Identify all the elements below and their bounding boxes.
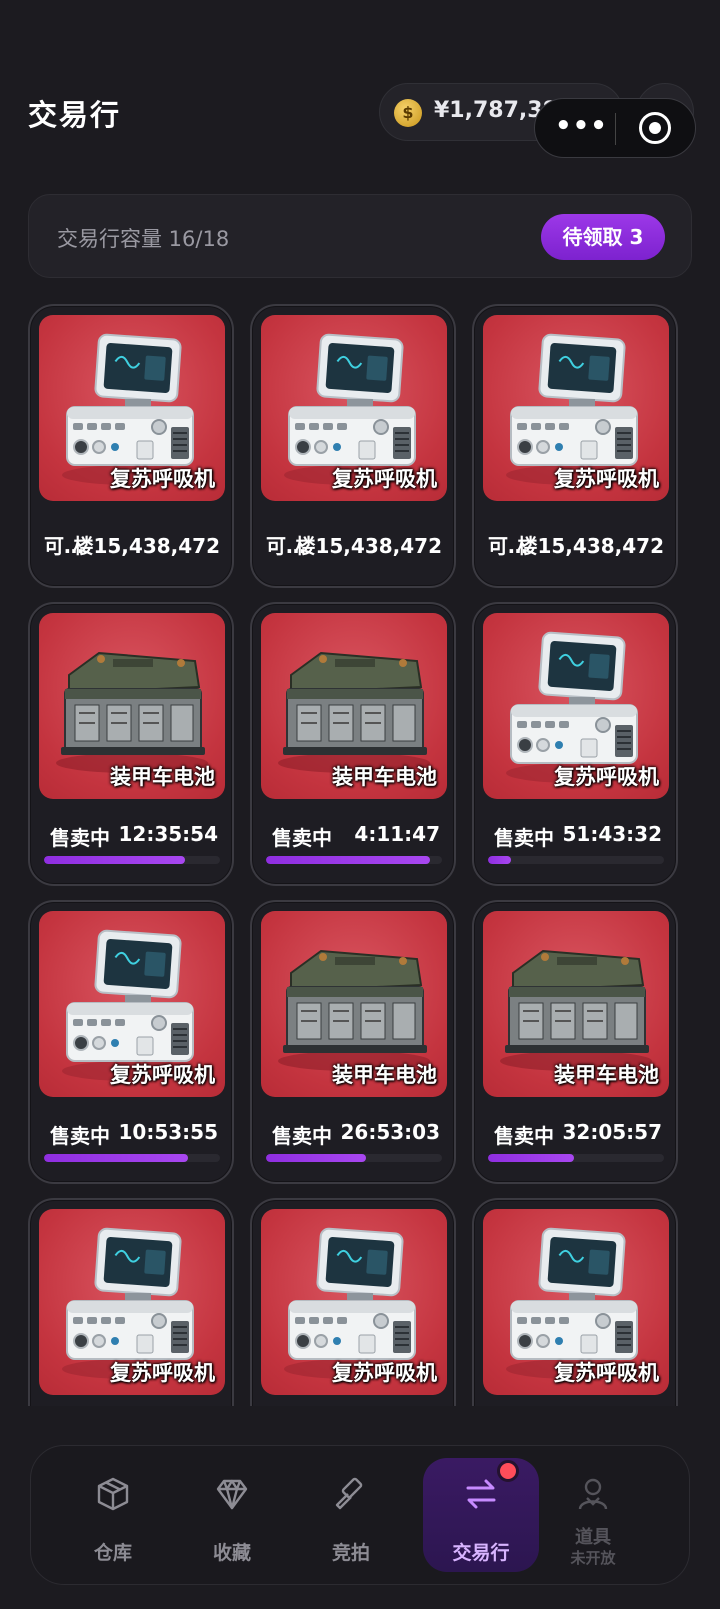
remaining-time: 32:05:57	[562, 1120, 663, 1144]
tab-label: 收藏	[212, 1542, 251, 1564]
item-thumbnail: 装甲车电池	[261, 911, 447, 1097]
sale-progress-fill	[44, 1154, 189, 1162]
item-name: 装甲车电池	[332, 765, 437, 789]
item-name: 复苏呼吸机	[110, 1063, 215, 1087]
item-name: 复苏呼吸机	[554, 765, 659, 789]
remaining-time: 10:53:55	[118, 1120, 219, 1144]
listing-card[interactable]: 复苏呼吸机售卖中 51:43:32	[472, 602, 678, 886]
sale-progress-bar	[488, 1154, 664, 1162]
tab-diamond[interactable]: 收藏	[174, 1446, 290, 1584]
sale-progress-bar	[266, 1154, 442, 1162]
more-menu-icon[interactable]: •••	[555, 111, 608, 141]
item-name: 装甲车电池	[110, 765, 215, 789]
item-name: 装甲车电池	[332, 1063, 437, 1087]
item-name: 复苏呼吸机	[554, 467, 659, 491]
item-name: 装甲车电池	[554, 1063, 659, 1087]
header: 交易行 $ ¥1,787,382,693 + •••	[0, 0, 720, 180]
remaining-time: 12:35:54	[118, 822, 219, 846]
tab-label: 道具 未开放	[535, 1528, 651, 1568]
page-title: 交易行	[28, 98, 122, 132]
sale-progress-bar	[266, 856, 442, 864]
remaining-time: 51:43:32	[562, 822, 663, 846]
capacity-panel: 交易行容量 16/18 待领取 3	[28, 194, 692, 278]
listing-card[interactable]: 装甲车电池售卖中 26:53:03	[250, 900, 456, 1184]
miniprogram-capsule: •••	[534, 98, 696, 158]
sale-progress-fill	[266, 856, 430, 864]
sale-progress-bar	[44, 856, 220, 864]
item-thumbnail: 复苏呼吸机	[483, 315, 669, 501]
notification-dot	[497, 1460, 519, 1482]
listing-card[interactable]: 复苏呼吸机售卖中 10:53:55	[28, 900, 234, 1184]
remaining-time: 4:11:47	[354, 822, 440, 846]
item-thumbnail: 复苏呼吸机	[483, 613, 669, 799]
capacity-label: 交易行容量 16/18	[57, 227, 230, 251]
remaining-time: 26:53:03	[340, 1120, 441, 1144]
item-name: 复苏呼吸机	[332, 467, 437, 491]
item-price: 楼15,438,472	[73, 534, 220, 558]
item-thumbnail: 复苏呼吸机	[39, 911, 225, 1097]
item-thumbnail: 复苏呼吸机	[261, 315, 447, 501]
sale-progress-fill	[488, 856, 511, 864]
item-thumbnail: 复苏呼吸机	[39, 1209, 225, 1395]
sale-progress-bar	[488, 856, 664, 864]
sale-status: 售卖中	[50, 1124, 110, 1148]
listing-card[interactable]: 装甲车电池售卖中 12:35:54	[28, 602, 234, 886]
item-name: 复苏呼吸机	[110, 467, 215, 491]
item-thumbnail: 装甲车电池	[483, 911, 669, 1097]
sale-progress-fill	[488, 1154, 575, 1162]
item-thumbnail: 复苏呼吸机	[483, 1209, 669, 1395]
capsule-divider	[615, 113, 616, 145]
sale-progress-bar	[44, 1154, 220, 1162]
listing-card[interactable]: 复苏呼吸机 可… 楼15,438,472	[28, 304, 234, 588]
item-thumbnail: 复苏呼吸机	[261, 1209, 447, 1395]
tab-label: 交易行	[452, 1542, 510, 1564]
item-price: 楼15,438,472	[517, 534, 664, 558]
tab-sublabel: 未开放	[570, 1549, 616, 1567]
tab-swap[interactable]: 交易行	[423, 1458, 539, 1572]
item-price: 楼15,438,472	[295, 534, 442, 558]
tab-label: 仓库	[93, 1542, 132, 1564]
sale-status: 售卖中	[494, 826, 554, 850]
listing-card[interactable]: 装甲车电池售卖中 4:11:47	[250, 602, 456, 886]
listing-grid: 复苏呼吸机 可… 楼15,438,472 复苏呼吸机 可… 楼15,438,472 复苏…	[28, 304, 692, 1406]
item-name: 复苏呼吸机	[110, 1361, 215, 1385]
listing-card[interactable]: 装甲车电池售卖中 32:05:57	[472, 900, 678, 1184]
sale-status: 售卖中	[494, 1124, 554, 1148]
bottom-tab-bar: 仓库 收藏 竞拍 交易行 道具 未开放	[30, 1445, 690, 1585]
sale-progress-fill	[266, 1154, 367, 1162]
item-name: 复苏呼吸机	[332, 1361, 437, 1385]
tab-label: 竞拍	[331, 1542, 370, 1564]
tab-box[interactable]: 仓库	[55, 1446, 171, 1584]
tab-person[interactable]: 道具 未开放	[535, 1446, 651, 1584]
sale-progress-fill	[44, 856, 185, 864]
item-thumbnail: 装甲车电池	[39, 613, 225, 799]
listing-card[interactable]: 复苏呼吸机 可… 楼15,438,472	[472, 304, 678, 588]
listing-card[interactable]: 复苏呼吸机	[472, 1198, 678, 1406]
listing-card[interactable]: 复苏呼吸机	[28, 1198, 234, 1406]
item-thumbnail: 装甲车电池	[261, 613, 447, 799]
tab-gavel[interactable]: 竞拍	[293, 1446, 409, 1584]
pending-claim-button[interactable]: 待领取 3	[541, 214, 665, 260]
sale-status: 售卖中	[272, 1124, 332, 1148]
sale-status: 售卖中	[272, 826, 332, 850]
item-name: 复苏呼吸机	[554, 1361, 659, 1385]
sale-status: 售卖中	[50, 826, 110, 850]
listing-card[interactable]: 复苏呼吸机 可… 楼15,438,472	[250, 304, 456, 588]
coin-icon: $	[394, 99, 422, 127]
close-target-icon[interactable]	[639, 112, 671, 144]
item-thumbnail: 复苏呼吸机	[39, 315, 225, 501]
listing-card[interactable]: 复苏呼吸机	[250, 1198, 456, 1406]
